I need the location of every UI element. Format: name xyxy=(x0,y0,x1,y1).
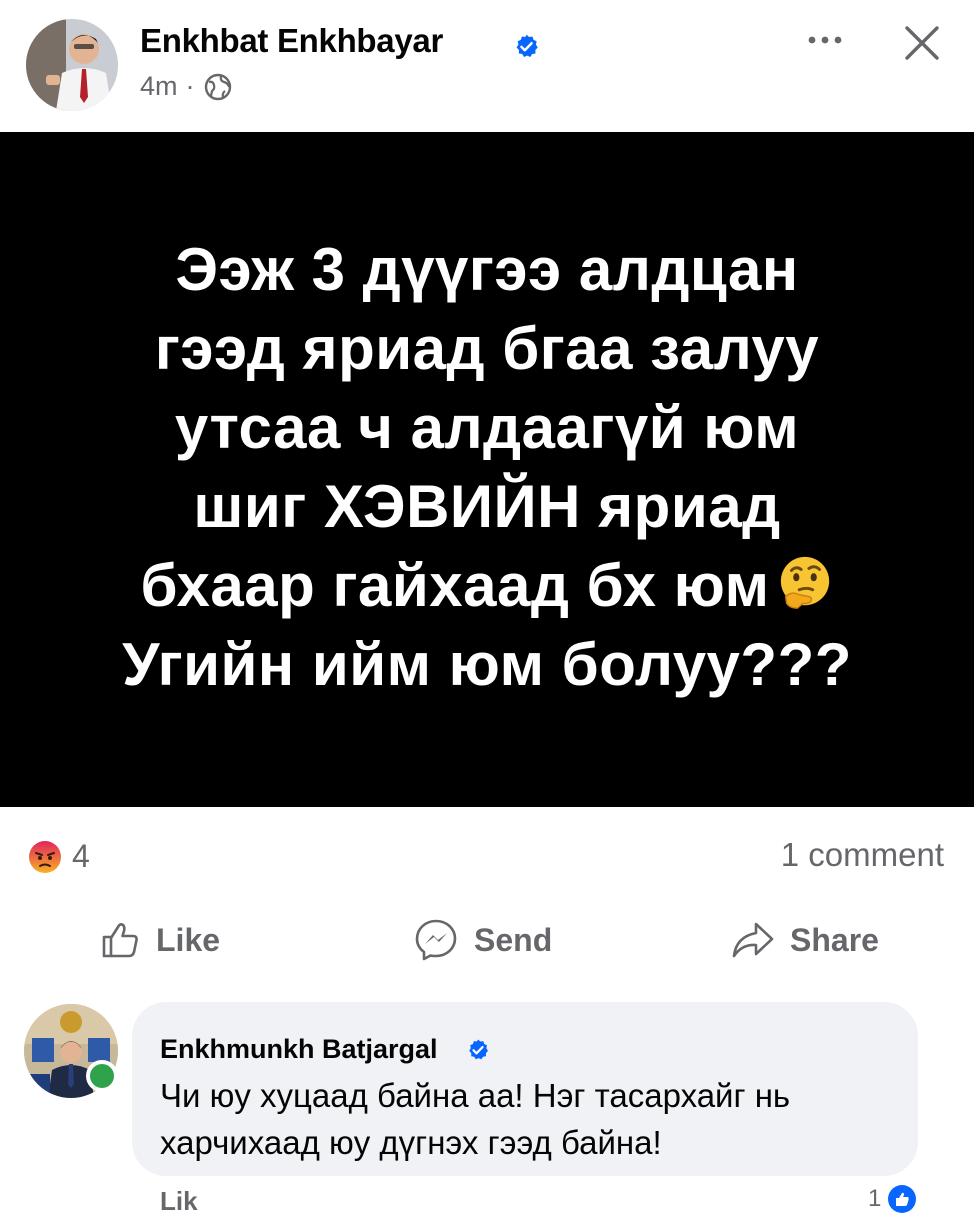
messenger-icon xyxy=(415,919,457,961)
post-image-text: Ээж 3 дүүгээ алдцан гээд яриад бгаа залу… xyxy=(37,230,937,704)
share-arrow-icon xyxy=(732,922,774,958)
comment-item: Enkhmunkh Batjargal Чи юу хуцаад байна а… xyxy=(0,996,974,1216)
close-icon xyxy=(905,26,939,60)
like-label: Like xyxy=(156,921,221,958)
send-label: Send xyxy=(474,921,553,958)
reaction-count: 4 xyxy=(72,838,90,874)
comment-reaction-count: 1 xyxy=(868,1185,882,1212)
like-thumb-icon xyxy=(102,923,138,958)
post-meta: 4m · xyxy=(140,71,233,102)
commenter-verified-badge-icon xyxy=(469,1039,488,1060)
post-image-text-main: Ээж 3 дүүгээ алдцан гээд яриад бгаа залу… xyxy=(140,235,820,619)
share-button[interactable]: Share xyxy=(730,912,879,968)
comment-like-link[interactable]: Lik xyxy=(160,1186,198,1217)
commenter-name[interactable]: Enkhmunkh Batjargal xyxy=(160,1034,438,1065)
send-button[interactable]: Send xyxy=(412,912,552,968)
author-avatar[interactable] xyxy=(26,19,118,111)
angry-reaction-icon xyxy=(29,840,61,873)
post-time[interactable]: 4m xyxy=(140,71,178,102)
more-options-button[interactable] xyxy=(800,20,850,60)
comment-reaction-badge[interactable]: 1 xyxy=(868,1184,917,1214)
globe-icon xyxy=(204,73,231,100)
comment-like-reaction-icon xyxy=(888,1185,917,1213)
author-name[interactable]: Enkhbat Enkhbayar xyxy=(140,22,443,60)
post-image[interactable]: Ээж 3 дүүгээ алдцан гээд яриад бгаа залу… xyxy=(0,132,974,807)
post-image-text-last: Угийн ийм юм болуу??? xyxy=(122,630,852,698)
thinking-face-emoji xyxy=(780,556,829,609)
comment-bubble: Enkhmunkh Batjargal Чи юу хуцаад байна а… xyxy=(132,1002,918,1176)
share-label: Share xyxy=(790,921,879,958)
close-button[interactable] xyxy=(897,18,947,68)
post-action-bar: Like Send Share xyxy=(0,912,974,968)
reactions-summary[interactable]: 4 xyxy=(28,838,90,875)
verified-badge-icon xyxy=(516,34,538,57)
more-options-icon xyxy=(808,36,842,44)
meta-separator: · xyxy=(185,71,195,101)
comment-count[interactable]: 1 comment xyxy=(781,836,944,874)
like-button[interactable]: Like xyxy=(98,912,220,968)
comment-text: Чи юу хуцаад байна аа! Нэг тасархайг нь … xyxy=(160,1077,791,1161)
post-header: Enkhbat Enkhbayar 4m · xyxy=(0,0,974,132)
online-status-indicator xyxy=(86,1060,118,1092)
